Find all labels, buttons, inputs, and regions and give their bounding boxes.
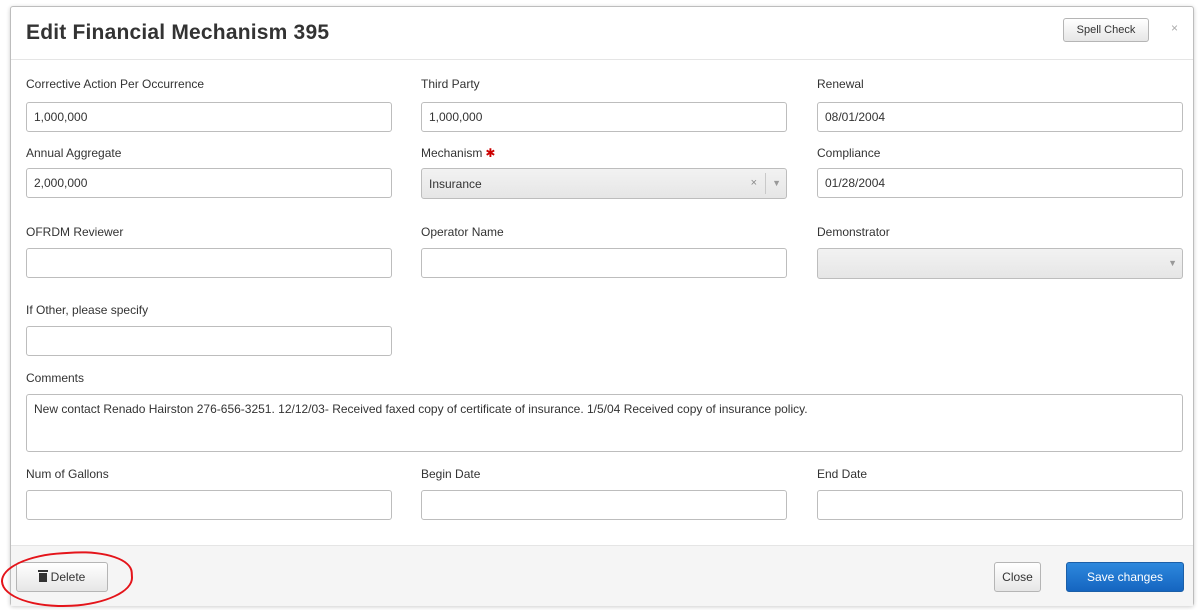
save-changes-button[interactable]: Save changes	[1066, 562, 1184, 592]
chevron-down-icon[interactable]: ▼	[1168, 258, 1177, 268]
close-icon[interactable]: ×	[1171, 21, 1178, 35]
renewal-input[interactable]: 08/01/2004	[817, 102, 1183, 132]
corrective-action-label: Corrective Action Per Occurrence	[26, 77, 205, 91]
delete-button-label: Delete	[50, 570, 86, 584]
end-date-input[interactable]	[817, 490, 1183, 520]
comments-textarea[interactable]: New contact Renado Hairston 276-656-3251…	[26, 394, 1183, 452]
if-other-input[interactable]	[26, 326, 392, 356]
mechanism-label-text: Mechanism	[421, 146, 483, 160]
modal-title: Edit Financial Mechanism 395	[26, 21, 330, 44]
operator-name-label: Operator Name	[421, 225, 504, 239]
trash-icon	[37, 570, 48, 582]
begin-date-label: Begin Date	[421, 467, 481, 481]
spell-check-button[interactable]: Spell Check	[1063, 18, 1149, 42]
ofrdm-reviewer-input[interactable]	[26, 248, 392, 278]
comments-label: Comments	[26, 371, 85, 385]
mechanism-selected-value: Insurance	[429, 177, 482, 191]
demonstrator-select[interactable]: ▼	[817, 248, 1183, 279]
annual-aggregate-input[interactable]: 2,000,000	[26, 168, 392, 198]
end-date-label: End Date	[817, 467, 868, 481]
renewal-label: Renewal	[817, 77, 864, 91]
select-divider	[765, 173, 766, 194]
third-party-label: Third Party	[421, 77, 480, 91]
modal-header: Edit Financial Mechanism 395 Spell Check…	[11, 7, 1193, 60]
mechanism-label: Mechanism ✱	[421, 146, 495, 160]
num-gallons-input[interactable]	[26, 490, 392, 520]
required-asterisk-icon: ✱	[485, 146, 496, 160]
chevron-down-icon[interactable]: ▼	[772, 178, 781, 188]
demonstrator-label: Demonstrator	[817, 225, 890, 239]
annual-aggregate-label: Annual Aggregate	[26, 146, 122, 160]
corrective-action-input[interactable]: 1,000,000	[26, 102, 392, 132]
mechanism-select[interactable]: Insurance × ▼	[421, 168, 787, 199]
third-party-input[interactable]: 1,000,000	[421, 102, 787, 132]
close-button[interactable]: Close	[994, 562, 1041, 592]
delete-button[interactable]: Delete	[16, 562, 108, 592]
num-gallons-label: Num of Gallons	[26, 467, 109, 481]
clear-selection-icon[interactable]: ×	[751, 177, 757, 189]
compliance-label: Compliance	[817, 146, 881, 160]
if-other-label: If Other, please specify	[26, 303, 149, 317]
modal-footer: Delete Close Save changes	[11, 545, 1193, 606]
compliance-input[interactable]: 01/28/2004	[817, 168, 1183, 198]
begin-date-input[interactable]	[421, 490, 787, 520]
edit-financial-mechanism-modal: Edit Financial Mechanism 395 Spell Check…	[10, 6, 1194, 606]
operator-name-input[interactable]	[421, 248, 787, 278]
ofrdm-reviewer-label: OFRDM Reviewer	[26, 225, 124, 239]
